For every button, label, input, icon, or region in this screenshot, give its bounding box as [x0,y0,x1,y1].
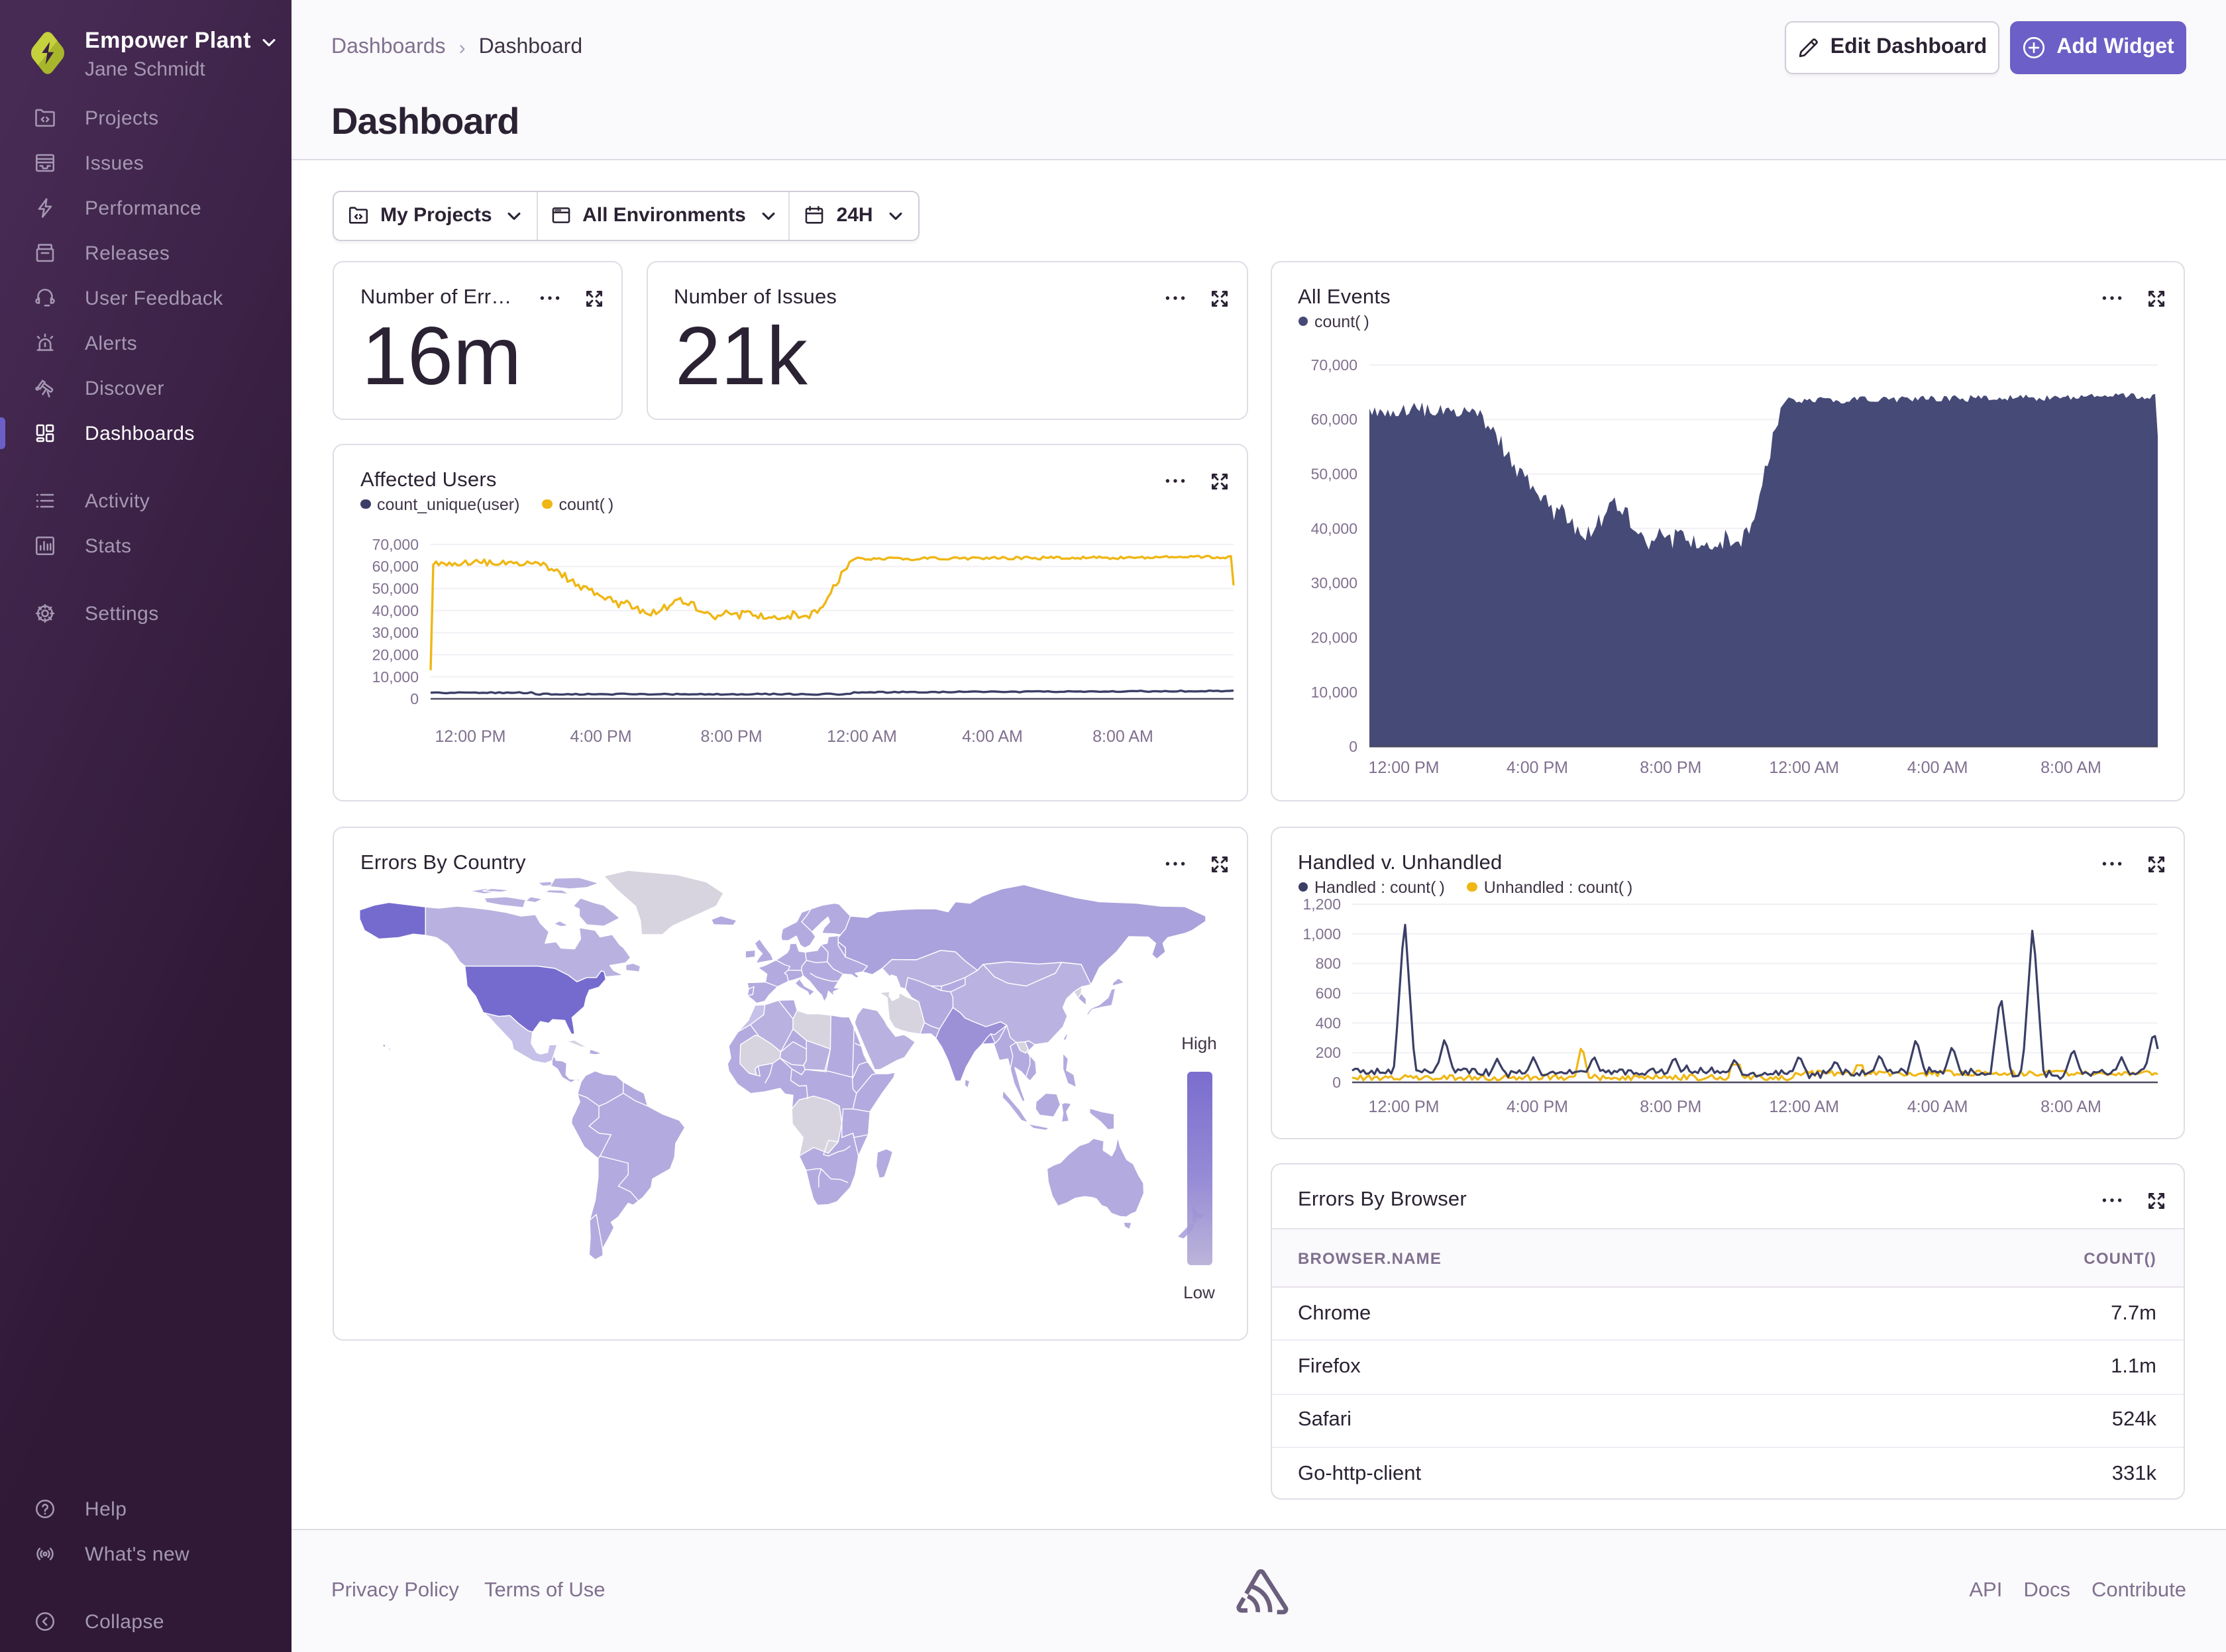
svg-text:4:00 PM: 4:00 PM [1506,1098,1567,1116]
svg-text:12:00 PM: 12:00 PM [1367,758,1438,777]
svg-text:12:00 AM: 12:00 AM [1768,1098,1838,1116]
svg-text:12:00 PM: 12:00 PM [435,727,505,746]
svg-text:12:00 PM: 12:00 PM [1367,1098,1438,1116]
svg-text:8:00 PM: 8:00 PM [1639,1098,1701,1116]
svg-text:1,000: 1,000 [1302,925,1340,943]
svg-text:10,000: 10,000 [1310,684,1357,701]
svg-text:30,000: 30,000 [372,624,419,641]
svg-text:8:00 PM: 8:00 PM [1639,758,1701,777]
svg-text:4:00 AM: 4:00 AM [1907,758,1968,777]
svg-text:4:00 AM: 4:00 AM [1907,1098,1968,1116]
svg-text:0: 0 [1332,1074,1340,1091]
svg-text:12:00 AM: 12:00 AM [827,727,897,746]
svg-text:70,000: 70,000 [372,536,419,553]
svg-text:12:00 AM: 12:00 AM [1768,758,1838,777]
svg-text:0: 0 [1348,738,1357,755]
svg-text:4:00 PM: 4:00 PM [570,727,631,746]
svg-text:60,000: 60,000 [1310,411,1357,428]
svg-text:8:00 AM: 8:00 AM [1092,727,1153,746]
svg-text:50,000: 50,000 [1310,466,1357,483]
svg-text:20,000: 20,000 [372,646,419,663]
svg-text:20,000: 20,000 [1310,629,1357,646]
svg-text:200: 200 [1315,1044,1340,1061]
svg-text:40,000: 40,000 [1310,520,1357,537]
svg-text:50,000: 50,000 [372,580,419,597]
svg-text:600: 600 [1315,985,1340,1002]
svg-text:40,000: 40,000 [372,602,419,619]
svg-text:4:00 PM: 4:00 PM [1506,758,1567,777]
svg-text:8:00 AM: 8:00 AM [2040,758,2101,777]
svg-text:70,000: 70,000 [1310,356,1357,374]
svg-text:400: 400 [1315,1014,1340,1031]
svg-text:30,000: 30,000 [1310,574,1357,592]
svg-text:8:00 PM: 8:00 PM [700,727,762,746]
svg-text:8:00 AM: 8:00 AM [2040,1098,2101,1116]
svg-text:60,000: 60,000 [372,558,419,575]
svg-text:10,000: 10,000 [372,668,419,686]
svg-text:0: 0 [410,690,419,707]
svg-text:800: 800 [1315,955,1340,972]
svg-text:1,200: 1,200 [1302,896,1340,913]
svg-text:4:00 AM: 4:00 AM [962,727,1023,746]
